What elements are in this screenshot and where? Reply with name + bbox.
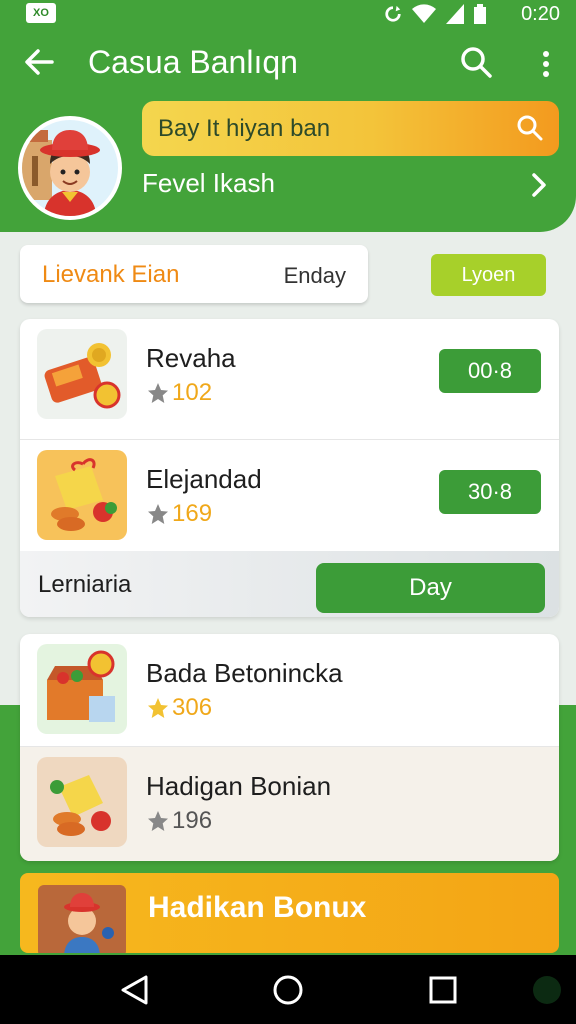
search-input[interactable]: Bay It hiyan ban bbox=[142, 101, 559, 156]
star-icon bbox=[148, 504, 168, 524]
item-name: Bada Betonincka bbox=[146, 658, 343, 688]
rating-value: 102 bbox=[172, 379, 213, 406]
item-card: Bada Betonincka 306 Hadigan Bonian 196 bbox=[20, 634, 559, 861]
banner-avatar bbox=[38, 885, 126, 953]
price-button[interactable]: 00·8 bbox=[439, 349, 541, 393]
status-bar: XO 0:20 bbox=[0, 0, 576, 30]
battery-icon bbox=[474, 4, 486, 24]
star-icon bbox=[148, 383, 168, 403]
nav-recents-icon[interactable] bbox=[426, 973, 460, 1007]
item-name: Revaha bbox=[146, 343, 236, 373]
item-rating: 196 bbox=[146, 807, 212, 835]
search-text: Bay It hiyan ban bbox=[158, 115, 331, 142]
day-filter-row: Lerniaria Day bbox=[20, 551, 559, 617]
treasure-box-icon bbox=[47, 650, 115, 722]
search-icon[interactable] bbox=[515, 113, 545, 143]
item-thumbnail bbox=[37, 644, 127, 734]
rating-value: 169 bbox=[172, 500, 213, 527]
item-rating: 306 bbox=[146, 694, 212, 722]
price-button[interactable]: 30·8 bbox=[439, 470, 541, 514]
wifi-icon bbox=[412, 4, 436, 24]
clock: 0:20 bbox=[521, 3, 560, 25]
day-button[interactable]: Day bbox=[316, 563, 545, 613]
day-filter-label: Lerniaria bbox=[38, 571, 132, 598]
filter-chip[interactable]: Lyoen bbox=[431, 254, 546, 296]
nav-back-icon[interactable] bbox=[118, 973, 152, 1007]
list-item[interactable]: Revaha 102 00·8 bbox=[20, 319, 559, 431]
page-title: Casua Banlıqn bbox=[88, 44, 298, 80]
list-item[interactable]: Bada Betonincka 306 bbox=[20, 634, 559, 746]
rating-value: 306 bbox=[172, 694, 213, 721]
item-rating: 169 bbox=[146, 500, 212, 528]
boy-character-icon bbox=[64, 893, 114, 953]
gift-food-icon bbox=[51, 458, 117, 531]
back-arrow-icon[interactable] bbox=[22, 44, 58, 80]
more-options-icon[interactable] bbox=[532, 46, 560, 82]
item-name: Elejandad bbox=[146, 464, 262, 494]
boy-character-icon bbox=[22, 130, 100, 216]
segment-right-label[interactable]: Enday bbox=[284, 263, 346, 289]
list-item[interactable]: Elejandad 169 30·8 bbox=[20, 439, 559, 551]
assistant-dot bbox=[533, 976, 561, 1004]
star-icon bbox=[148, 698, 168, 718]
segmented-control[interactable]: Lievank Eian Enday bbox=[20, 245, 368, 303]
item-rating: 102 bbox=[146, 379, 212, 407]
banner-title: Hadikan Bonux bbox=[148, 891, 367, 924]
rating-value: 196 bbox=[172, 807, 213, 834]
app-bar: Casua Banlıqn bbox=[0, 38, 576, 88]
star-icon bbox=[148, 811, 168, 831]
item-thumbnail bbox=[37, 329, 127, 419]
level-label[interactable]: Fevel Ikash bbox=[142, 168, 275, 199]
list-item[interactable]: Hadigan Bonian 196 bbox=[20, 746, 559, 861]
signal-icon bbox=[446, 4, 464, 24]
sync-icon bbox=[385, 5, 401, 22]
chevron-right-icon[interactable] bbox=[526, 170, 552, 200]
system-nav-bar bbox=[0, 955, 576, 1024]
item-name: Hadigan Bonian bbox=[146, 771, 332, 801]
item-thumbnail bbox=[37, 757, 127, 847]
status-icons bbox=[384, 4, 486, 24]
search-icon[interactable] bbox=[458, 44, 494, 80]
item-thumbnail bbox=[37, 450, 127, 540]
cash-register-icon bbox=[44, 343, 121, 409]
bonus-banner[interactable]: Hadikan Bonux bbox=[20, 873, 559, 953]
app-badge: XO bbox=[26, 3, 56, 23]
segment-left-label[interactable]: Lievank Eian bbox=[42, 261, 179, 289]
gift-food-icon bbox=[50, 775, 111, 836]
item-card: Revaha 102 00·8 Elejandad 169 30·8 Lerni… bbox=[20, 319, 559, 617]
nav-home-icon[interactable] bbox=[271, 973, 305, 1007]
avatar[interactable] bbox=[18, 116, 122, 220]
